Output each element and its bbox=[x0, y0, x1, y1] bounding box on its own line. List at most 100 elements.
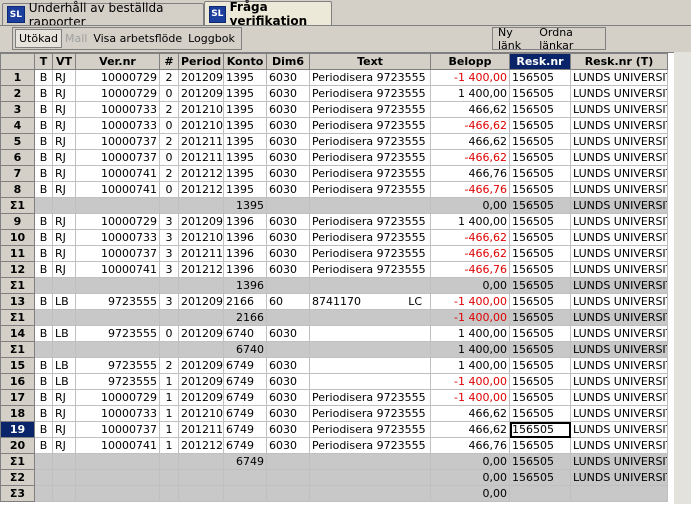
cell-dim[interactable]: 6030 bbox=[266, 165, 310, 182]
cell-t[interactable]: B bbox=[34, 421, 53, 438]
cell-belopp[interactable]: 1 400,00 bbox=[430, 85, 510, 102]
cell-konto[interactable]: 1396 bbox=[223, 229, 267, 246]
cell-konto[interactable]: 6749 bbox=[223, 373, 267, 390]
cell-belopp[interactable]: 1 400,00 bbox=[430, 213, 510, 230]
cell-belopp[interactable]: 1 400,00 bbox=[430, 357, 510, 374]
cell-n[interactable] bbox=[159, 197, 179, 214]
cell-konto[interactable]: 1395 bbox=[223, 197, 267, 214]
cell-vt[interactable] bbox=[52, 485, 76, 502]
tab-fraga-verifikation[interactable]: SL Fråga verifikation bbox=[204, 0, 332, 28]
loggbok-button[interactable]: Loggbok bbox=[185, 30, 238, 47]
cell-resk[interactable]: 156505 bbox=[509, 85, 571, 102]
cell-per[interactable]: 201210 bbox=[178, 405, 224, 422]
cell-n[interactable]: 2 bbox=[159, 357, 179, 374]
column-header-8[interactable]: Text bbox=[309, 53, 431, 70]
table-row[interactable]: 14 B LB 9723555 0 201209 6740 6030 1 400,00 15650… bbox=[0, 325, 668, 342]
cell-konto[interactable]: 1396 bbox=[223, 277, 267, 294]
cell-reskt[interactable]: LUNDS UNIVERSITET IN /S/ bbox=[570, 437, 668, 454]
table-row[interactable]: 4 B RJ 10000733 0 201210 1395 6030 Periodisera 9… bbox=[0, 117, 668, 134]
cell-dim[interactable]: 6030 bbox=[266, 325, 310, 342]
cell-n[interactable]: 1 bbox=[159, 405, 179, 422]
cell-reskt[interactable]: LUNDS UNIVERSITET IN /S/ bbox=[570, 293, 668, 310]
cell-ver[interactable]: 10000737 bbox=[75, 149, 160, 166]
cell-vt[interactable] bbox=[52, 197, 76, 214]
cell-konto[interactable]: 6740 bbox=[223, 341, 267, 358]
column-header-5[interactable]: Period bbox=[178, 53, 224, 70]
cell-per[interactable]: 201211 bbox=[178, 149, 224, 166]
cell-konto[interactable]: 1395 bbox=[223, 181, 267, 198]
cell-reskt[interactable]: LUNDS UNIVERSITET IN /S/ bbox=[570, 261, 668, 278]
cell-konto[interactable]: 1395 bbox=[223, 149, 267, 166]
cell-text[interactable]: Periodisera 9723555 2 bbox=[309, 117, 431, 134]
cell-per[interactable]: 201211 bbox=[178, 245, 224, 262]
cell-t[interactable] bbox=[34, 309, 53, 326]
cell-belopp[interactable]: 0,00 bbox=[430, 453, 510, 470]
cell-reskt[interactable]: LUNDS UNIVERSITET IN /S/ bbox=[570, 453, 668, 470]
row-header[interactable]: Σ1 bbox=[0, 341, 35, 358]
cell-t[interactable] bbox=[34, 197, 53, 214]
table-row[interactable]: 17 B RJ 10000729 1 201209 6749 6030 Periodisera … bbox=[0, 389, 668, 406]
table-row[interactable]: 2 B RJ 10000729 0 201209 1395 6030 Periodisera 9… bbox=[0, 85, 668, 102]
cell-konto[interactable] bbox=[223, 469, 267, 486]
cell-ver[interactable]: 10000729 bbox=[75, 213, 160, 230]
cell-belopp[interactable]: -466,62 bbox=[430, 149, 510, 166]
cell-per[interactable]: 201209 bbox=[178, 293, 224, 310]
cell-vt[interactable] bbox=[52, 277, 76, 294]
table-row[interactable]: 19 B RJ 10000737 1 201211 6749 6030 Periodisera … bbox=[0, 421, 668, 438]
cell-vt[interactable]: RJ bbox=[52, 117, 76, 134]
row-header[interactable]: 3 bbox=[0, 101, 35, 118]
cell-resk[interactable]: 156505 bbox=[509, 341, 571, 358]
cell-resk[interactable]: 156505 bbox=[509, 469, 571, 486]
cell-per[interactable]: 201211 bbox=[178, 133, 224, 150]
cell-vt[interactable]: RJ bbox=[52, 245, 76, 262]
cell-belopp[interactable]: -466,62 bbox=[430, 229, 510, 246]
cell-konto[interactable]: 6749 bbox=[223, 405, 267, 422]
cell-per[interactable]: 201209 bbox=[178, 373, 224, 390]
cell-text[interactable]: Periodisera 9723555 2 bbox=[309, 213, 431, 230]
table-row[interactable]: 16 B LB 9723555 1 201209 6749 6030 -1 400,00 1565… bbox=[0, 373, 668, 390]
row-header[interactable]: 16 bbox=[0, 373, 35, 390]
row-header[interactable]: 20 bbox=[0, 437, 35, 454]
subtotal-row[interactable]: Σ2 0,00156505LUNDS UNIVERSITET IN /S/ bbox=[0, 469, 668, 486]
cell-belopp[interactable]: 466,76 bbox=[430, 437, 510, 454]
cell-dim[interactable] bbox=[266, 197, 310, 214]
cell-reskt[interactable]: LUNDS UNIVERSITET IN /S/ bbox=[570, 277, 668, 294]
subtotal-row[interactable]: Σ1 2166 -1 400,00156505LUNDS UNIVERSITET I… bbox=[0, 309, 668, 326]
cell-t[interactable]: B bbox=[34, 389, 53, 406]
cell-ver[interactable]: 10000737 bbox=[75, 245, 160, 262]
table-row[interactable]: 10 B RJ 10000733 3 201210 1396 6030 Periodisera … bbox=[0, 229, 668, 246]
cell-reskt[interactable]: LUNDS UNIVERSITET IN /S/ bbox=[570, 357, 668, 374]
cell-dim[interactable]: 6030 bbox=[266, 421, 310, 438]
cell-per[interactable]: 201210 bbox=[178, 101, 224, 118]
row-header[interactable]: 17 bbox=[0, 389, 35, 406]
cell-per[interactable] bbox=[178, 485, 224, 502]
ny-lank-button[interactable]: Ny länk bbox=[495, 24, 536, 54]
cell-ver[interactable] bbox=[75, 453, 160, 470]
cell-t[interactable]: B bbox=[34, 405, 53, 422]
cell-vt[interactable]: LB bbox=[52, 373, 76, 390]
cell-t[interactable]: B bbox=[34, 85, 53, 102]
cell-n[interactable] bbox=[159, 277, 179, 294]
cell-reskt[interactable]: LUNDS UNIVERSITET IN /S/ bbox=[570, 165, 668, 182]
cell-ver[interactable]: 10000741 bbox=[75, 261, 160, 278]
cell-vt[interactable]: RJ bbox=[52, 133, 76, 150]
cell-konto[interactable]: 1396 bbox=[223, 261, 267, 278]
cell-belopp[interactable]: 466,62 bbox=[430, 405, 510, 422]
cell-t[interactable]: B bbox=[34, 373, 53, 390]
table-row[interactable]: 1 B RJ 10000729 2 201209 1395 6030 Periodisera 9… bbox=[0, 69, 668, 86]
cell-n[interactable]: 0 bbox=[159, 117, 179, 134]
cell-vt[interactable] bbox=[52, 341, 76, 358]
cell-text[interactable]: Periodisera 9723555 2 bbox=[309, 85, 431, 102]
cell-text[interactable]: Periodisera 9723555 2 bbox=[309, 133, 431, 150]
cell-resk[interactable]: 156505 bbox=[509, 245, 571, 262]
cell-ver[interactable] bbox=[75, 485, 160, 502]
cell-t[interactable]: B bbox=[34, 437, 53, 454]
cell-text[interactable]: Periodisera 9723555 2 bbox=[309, 101, 431, 118]
cell-text[interactable]: Periodisera 9723555 2 bbox=[309, 437, 431, 454]
cell-per[interactable]: 201212 bbox=[178, 437, 224, 454]
cell-text[interactable] bbox=[309, 309, 431, 326]
cell-belopp[interactable]: 1 400,00 bbox=[430, 325, 510, 342]
cell-dim[interactable]: 6030 bbox=[266, 389, 310, 406]
cell-belopp[interactable]: -1 400,00 bbox=[430, 373, 510, 390]
cell-ver[interactable]: 10000741 bbox=[75, 437, 160, 454]
